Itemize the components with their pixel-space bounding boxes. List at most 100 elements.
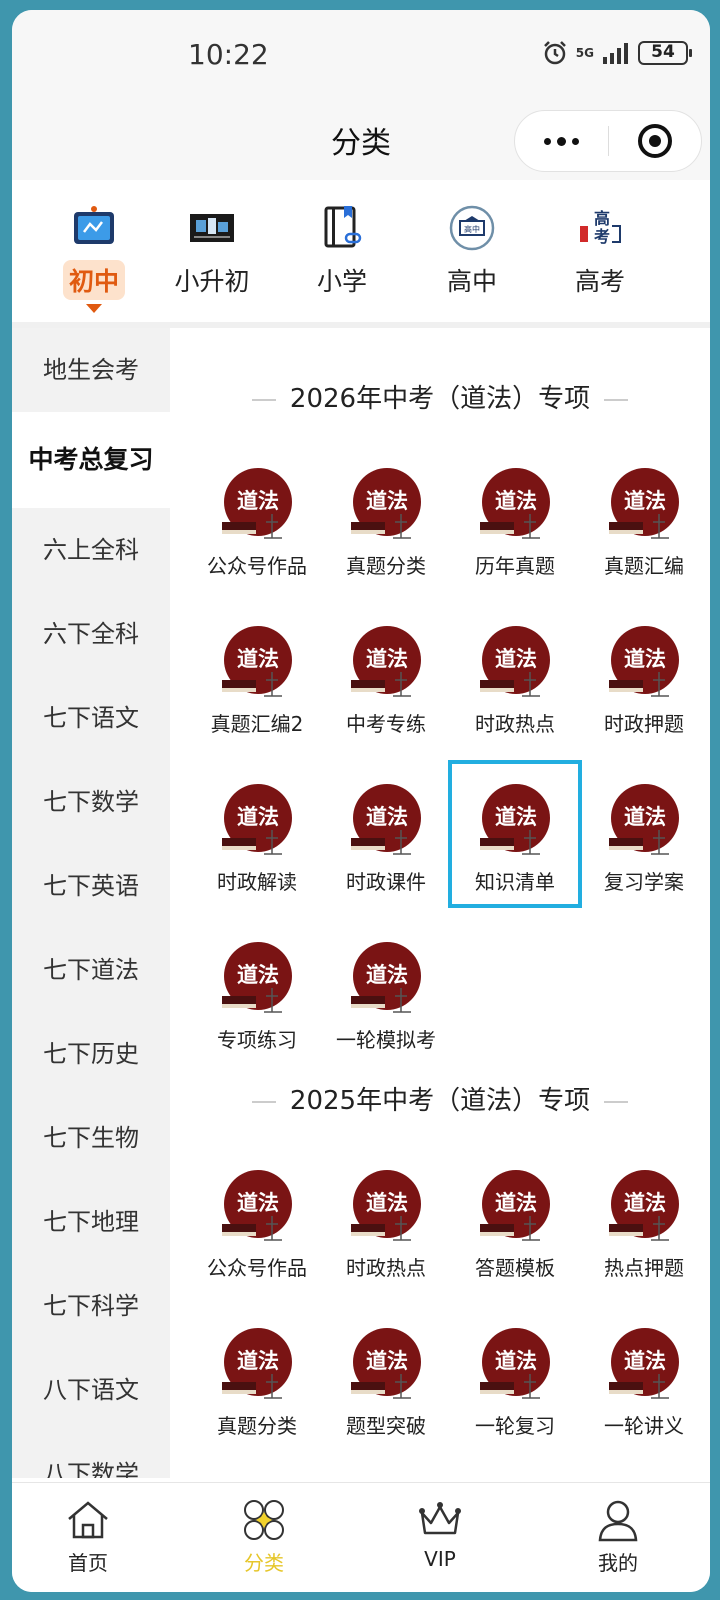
svg-text:高: 高 bbox=[594, 209, 610, 228]
sidebar-item[interactable]: 六下全科 bbox=[12, 592, 170, 676]
daofa-badge-icon: 道法 bbox=[351, 626, 421, 697]
category-grid-item[interactable]: 道法 真题汇编2 bbox=[194, 606, 320, 746]
nav-vip[interactable]: VIP bbox=[380, 1491, 500, 1591]
nav-label: 分类 bbox=[244, 1551, 284, 1575]
grid-item-label: 时政课件 bbox=[346, 870, 426, 894]
sidebar-item[interactable]: 七下生物 bbox=[12, 1096, 170, 1180]
category-grid-item[interactable]: 道法 中考专练 bbox=[323, 606, 449, 746]
category-grid-item[interactable]: 道法 题型突破 bbox=[323, 1308, 449, 1448]
category-grid-item[interactable]: 道法 热点押题 bbox=[581, 1150, 707, 1290]
grid-item-label: 时政押题 bbox=[604, 712, 684, 736]
category-grid-item[interactable]: 道法 历年真题 bbox=[452, 448, 578, 588]
sidebar-item[interactable]: 七下道法 bbox=[12, 928, 170, 1012]
home-icon bbox=[68, 1501, 108, 1539]
nav-label: 首页 bbox=[68, 1551, 108, 1575]
sidebar-item[interactable]: 八下数学 bbox=[12, 1432, 170, 1478]
category-grid-item[interactable]: 道法 公众号作品 bbox=[194, 448, 320, 588]
daofa-badge-icon: 道法 bbox=[609, 784, 679, 855]
title-bar: 分类 bbox=[12, 100, 710, 180]
category-grid-item[interactable]: 道法 公众号作品 bbox=[194, 1150, 320, 1290]
grid-item-label: 专项练习 bbox=[217, 1028, 297, 1052]
sidebar-item[interactable]: 七下语文 bbox=[12, 676, 170, 760]
daofa-badge-icon: 道法 bbox=[351, 1328, 421, 1399]
badge-text: 道法 bbox=[237, 1191, 279, 1215]
sidebar-item[interactable]: 七下历史 bbox=[12, 1012, 170, 1096]
category-grid-item[interactable]: 道法 真题分类 bbox=[323, 448, 449, 588]
category-grid-item[interactable]: 道法 专项练习 bbox=[194, 922, 320, 1062]
tab-junior-high[interactable]: 初中 bbox=[34, 198, 154, 313]
category-content: 2026年中考（道法）专项 道法 公众号作品 道法 真题分类 道法 历年真题 道法 真题汇编道… bbox=[170, 328, 710, 1478]
phone-screen: 10:22 5G 54 分类 初中 小升初 小学 高中 高中 高 考 高考 地生… bbox=[12, 10, 710, 1592]
category-grid-item[interactable]: 道法 时政课件 bbox=[323, 764, 449, 904]
category-grid-item[interactable]: 道法 真题汇编 bbox=[581, 448, 707, 588]
badge-text: 道法 bbox=[495, 1349, 537, 1373]
tab-label: 高考 bbox=[574, 267, 625, 296]
grid-item-label: 复习学案 bbox=[604, 870, 684, 894]
tab-label: 高中 bbox=[446, 267, 497, 296]
section-grid: 道法 公众号作品 道法 真题分类 道法 历年真题 道法 真题汇编 道法 真题汇编2 道法 中考专练 道法… bbox=[170, 448, 710, 1052]
badge-text: 道法 bbox=[495, 647, 537, 671]
daofa-badge-icon: 道法 bbox=[351, 1170, 421, 1241]
nav-label: 我的 bbox=[598, 1551, 638, 1575]
category-grid-item[interactable]: 道法 时政热点 bbox=[323, 1150, 449, 1290]
miniprogram-capsule bbox=[514, 110, 702, 172]
category-grid-item[interactable]: 道法 答题模板 bbox=[452, 1150, 578, 1290]
badge-text: 道法 bbox=[624, 805, 666, 829]
tab-senior-high[interactable]: 高中 高中 bbox=[412, 198, 532, 308]
sidebar-item[interactable]: 七下地理 bbox=[12, 1180, 170, 1264]
more-dot-icon bbox=[557, 136, 566, 146]
daofa-badge-icon: 道法 bbox=[222, 1170, 292, 1241]
tab-primary[interactable]: 小学 bbox=[282, 198, 402, 308]
grid-item-label: 真题分类 bbox=[217, 1414, 297, 1438]
tab-gaokao[interactable]: 高 考 高考 bbox=[540, 198, 660, 308]
category-grid-item[interactable]: 道法 时政押题 bbox=[581, 606, 707, 746]
section-title-text: 2026年中考（道法）专项 bbox=[289, 384, 591, 414]
nav-home[interactable]: 首页 bbox=[28, 1491, 148, 1591]
category-grid-item[interactable]: 道法 一轮复习 bbox=[452, 1308, 578, 1448]
section-title: 2026年中考（道法）专项 bbox=[170, 378, 710, 415]
category-grid-item[interactable]: 道法 时政热点 bbox=[452, 606, 578, 746]
daofa-badge-icon: 道法 bbox=[222, 942, 292, 1013]
daofa-badge-icon: 道法 bbox=[480, 1328, 550, 1399]
nav-label: VIP bbox=[424, 1547, 456, 1571]
active-tab-caret-icon bbox=[86, 304, 102, 313]
nav-mine[interactable]: 我的 bbox=[558, 1491, 678, 1591]
sidebar-item[interactable]: 七下数学 bbox=[12, 760, 170, 844]
graduation-cap-icon: 高中 bbox=[449, 205, 495, 251]
grid-item-label: 题型突破 bbox=[346, 1414, 426, 1438]
more-options-button[interactable] bbox=[515, 111, 608, 171]
badge-text: 道法 bbox=[237, 647, 279, 671]
category-grid-item[interactable]: 道法 复习学案 bbox=[581, 764, 707, 904]
battery-indicator: 54 bbox=[638, 41, 692, 65]
sidebar-item[interactable]: 八下语文 bbox=[12, 1348, 170, 1432]
tab-primary-to-junior[interactable]: 小升初 bbox=[152, 198, 272, 308]
svg-text:考: 考 bbox=[594, 227, 610, 246]
sidebar-item[interactable]: 七下英语 bbox=[12, 844, 170, 928]
daofa-badge-icon: 道法 bbox=[609, 1170, 679, 1241]
close-miniprogram-button[interactable] bbox=[609, 111, 701, 171]
sidebar-item[interactable]: 六上全科 bbox=[12, 508, 170, 592]
daofa-badge-icon: 道法 bbox=[609, 626, 679, 697]
sidebar-item[interactable]: 七下科学 bbox=[12, 1264, 170, 1348]
svg-text:高中: 高中 bbox=[464, 224, 480, 234]
category-grid-item[interactable]: 道法 真题分类 bbox=[194, 1308, 320, 1448]
category-grid-item[interactable]: 道法 一轮模拟考 bbox=[323, 922, 449, 1062]
level-tabs: 初中 小升初 小学 高中 高中 高 考 高考 bbox=[12, 180, 710, 330]
daofa-badge-icon: 道法 bbox=[351, 784, 421, 855]
badge-text: 道法 bbox=[237, 489, 279, 513]
daofa-badge-icon: 道法 bbox=[222, 784, 292, 855]
category-grid-item[interactable]: 道法 知识清单 bbox=[448, 760, 582, 908]
badge-text: 道法 bbox=[366, 963, 408, 987]
daofa-badge-icon: 道法 bbox=[222, 1328, 292, 1399]
sidebar-item-active[interactable]: 中考总复习 bbox=[12, 412, 170, 508]
category-grid-item[interactable]: 道法 一轮讲义 bbox=[581, 1308, 707, 1448]
category-grid-item[interactable]: 道法 时政解读 bbox=[194, 764, 320, 904]
tab-label: 小学 bbox=[316, 267, 367, 296]
more-dot-icon bbox=[544, 137, 551, 145]
nav-category[interactable]: 分类 bbox=[204, 1491, 324, 1591]
badge-text: 道法 bbox=[624, 1349, 666, 1373]
book-link-icon bbox=[324, 206, 362, 248]
category-sidebar: 地生会考 中考总复习 六上全科 六下全科 七下语文 七下数学 七下英语 七下道法… bbox=[12, 328, 170, 1478]
grid-item-label: 答题模板 bbox=[475, 1256, 555, 1280]
sidebar-item[interactable]: 地生会考 bbox=[12, 328, 170, 412]
